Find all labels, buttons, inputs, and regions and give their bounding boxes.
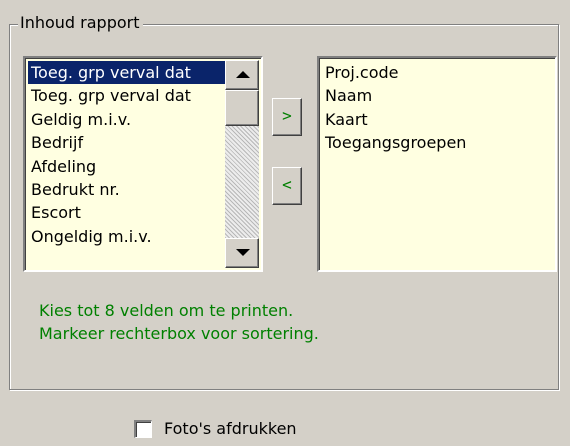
list-item[interactable]: Bedrijf (28, 131, 225, 154)
list-item[interactable]: Escort (28, 201, 225, 224)
list-item[interactable]: Geldig m.i.v. (28, 108, 225, 131)
remove-field-button[interactable]: < (272, 167, 302, 205)
list-item[interactable]: Toegangsgroepen (322, 131, 552, 154)
group-title: Inhoud rapport (18, 13, 143, 33)
arrow-down-icon (236, 249, 250, 256)
selected-fields-list[interactable]: Proj.code Naam Kaart Toegangsgroepen (317, 56, 557, 272)
list-item[interactable]: Ongeldig m.i.v. (28, 225, 225, 248)
list-item[interactable]: Toeg. grp verval dat (28, 84, 225, 107)
hint-text-max-fields: Kies tot 8 velden om te printen. (39, 301, 294, 320)
print-photos-checkbox[interactable] (134, 420, 152, 438)
scroll-up-button[interactable] (225, 60, 259, 90)
list-item[interactable]: Proj.code (322, 61, 552, 84)
list-item[interactable]: Kaart (322, 108, 552, 131)
scroll-thumb[interactable] (225, 90, 259, 126)
list-item[interactable]: Naam (322, 84, 552, 107)
vertical-scrollbar[interactable] (225, 60, 259, 268)
hint-text-sorting: Markeer rechterbox voor sortering. (39, 324, 319, 343)
list-item[interactable]: Bedrukt nr. (28, 178, 225, 201)
list-item[interactable]: Afdeling (28, 155, 225, 178)
scroll-down-button[interactable] (225, 238, 259, 268)
list-item[interactable]: Toeg. grp verval dat (28, 61, 225, 85)
print-photos-label[interactable]: Foto's afdrukken (164, 418, 297, 440)
add-field-button[interactable]: > (272, 98, 302, 136)
available-fields-list[interactable]: Toeg. grp verval dat Toeg. grp verval da… (23, 56, 263, 272)
arrow-up-icon (236, 71, 250, 78)
